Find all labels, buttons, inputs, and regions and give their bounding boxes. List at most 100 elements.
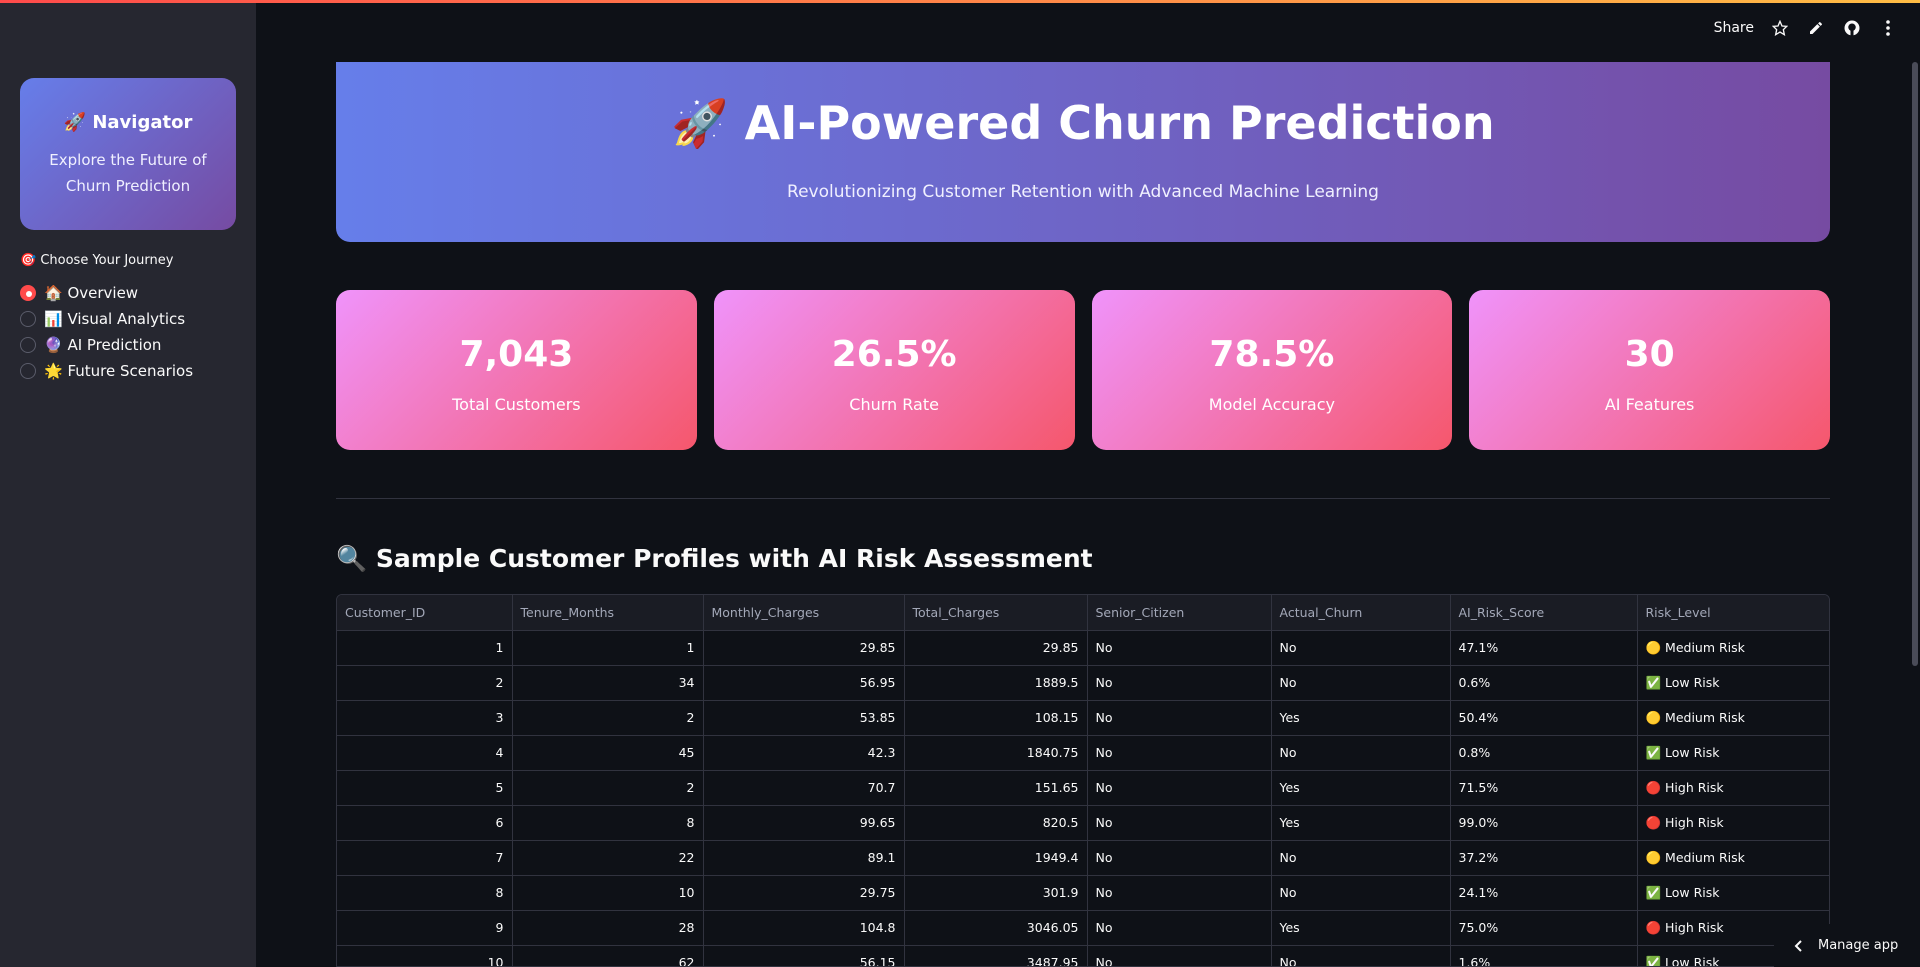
table-cell[interactable]: No [1271,665,1451,701]
column-header[interactable]: Monthly_Charges [703,595,905,631]
table-cell[interactable]: 0.6% [1450,665,1638,701]
table-cell[interactable]: No [1087,945,1272,966]
table-cell[interactable]: 99.0% [1450,805,1638,841]
table-cell[interactable]: 29.75 [703,875,905,911]
table-cell[interactable]: 8 [337,875,513,911]
radio-button[interactable] [20,363,36,379]
table-cell[interactable]: 1949.4 [904,840,1088,876]
table-cell[interactable]: 0.8% [1450,735,1638,771]
table-cell[interactable]: 104.8 [703,910,905,946]
table-cell[interactable]: No [1087,700,1272,736]
table-cell[interactable]: 3046.05 [904,910,1088,946]
table-cell[interactable]: No [1087,665,1272,701]
page-scrollbar[interactable] [1912,62,1918,666]
table-cell[interactable]: No [1271,945,1451,966]
table-cell[interactable]: 301.9 [904,875,1088,911]
table-cell[interactable]: 🔴 High Risk [1637,805,1829,841]
column-header[interactable]: Total_Charges [904,595,1088,631]
table-cell[interactable]: 2 [337,665,513,701]
table-cell[interactable]: 🟡 Medium Risk [1637,840,1829,876]
column-header[interactable]: Actual_Churn [1271,595,1451,631]
manage-app-button[interactable]: Manage app [1774,924,1920,967]
table-cell[interactable]: No [1271,840,1451,876]
table-cell[interactable]: 53.85 [703,700,905,736]
radio-button[interactable] [20,337,36,353]
table-cell[interactable]: 75.0% [1450,910,1638,946]
share-button[interactable]: Share [1714,20,1754,36]
table-cell[interactable]: 2 [512,770,704,806]
table-cell[interactable]: 50.4% [1450,700,1638,736]
table-cell[interactable]: 99.65 [703,805,905,841]
more-icon[interactable] [1878,18,1898,38]
table-cell[interactable]: No [1087,630,1272,666]
table-cell[interactable]: No [1087,840,1272,876]
table-cell[interactable]: No [1087,770,1272,806]
table-cell[interactable]: 24.1% [1450,875,1638,911]
radio-option-overview[interactable]: 🏠 Overview [20,280,193,306]
table-cell[interactable]: Yes [1271,805,1451,841]
table-cell[interactable]: 34 [512,665,704,701]
radio-option-future-scenarios[interactable]: 🌟 Future Scenarios [20,358,193,384]
table-cell[interactable]: No [1087,735,1272,771]
table-cell[interactable]: 45 [512,735,704,771]
table-cell[interactable]: 5 [337,770,513,806]
table-cell[interactable]: 22 [512,840,704,876]
table-cell[interactable]: 9 [337,910,513,946]
table-cell[interactable]: 28 [512,910,704,946]
table-cell[interactable]: 56.95 [703,665,905,701]
table-cell[interactable]: No [1087,910,1272,946]
radio-option-visual-analytics[interactable]: 📊 Visual Analytics [20,306,193,332]
column-header[interactable]: Risk_Level [1637,595,1829,631]
table-cell[interactable]: 1 [512,630,704,666]
table-cell[interactable]: 29.85 [703,630,905,666]
radio-button-checked[interactable] [20,285,36,301]
table-cell[interactable]: 3487.95 [904,945,1088,966]
table-cell[interactable]: 108.15 [904,700,1088,736]
table-cell[interactable]: 10 [512,875,704,911]
table-cell[interactable]: 1840.75 [904,735,1088,771]
table-cell[interactable]: 151.65 [904,770,1088,806]
table-cell[interactable]: Yes [1271,770,1451,806]
table-cell[interactable]: 🔴 High Risk [1637,770,1829,806]
table-cell[interactable]: No [1087,805,1272,841]
radio-option-ai-prediction[interactable]: 🔮 AI Prediction [20,332,193,358]
table-cell[interactable]: 🟡 Medium Risk [1637,700,1829,736]
radio-button[interactable] [20,311,36,327]
table-cell[interactable]: 3 [337,700,513,736]
table-cell[interactable]: 62 [512,945,704,966]
table-cell[interactable]: 1889.5 [904,665,1088,701]
table-cell[interactable]: 8 [512,805,704,841]
table-cell[interactable]: No [1271,875,1451,911]
column-header[interactable]: Tenure_Months [512,595,704,631]
table-cell[interactable]: 37.2% [1450,840,1638,876]
table-cell[interactable]: 820.5 [904,805,1088,841]
table-cell[interactable]: 1.6% [1450,945,1638,966]
table-cell[interactable]: 1 [337,630,513,666]
table-cell[interactable]: 29.85 [904,630,1088,666]
table-cell[interactable]: 2 [512,700,704,736]
edit-icon[interactable] [1806,18,1826,38]
table-cell[interactable]: Yes [1271,910,1451,946]
table-cell[interactable]: No [1087,875,1272,911]
table-cell[interactable]: ✅ Low Risk [1637,875,1829,911]
table-cell[interactable]: 10 [337,945,513,966]
github-icon[interactable] [1842,18,1862,38]
table-cell[interactable]: 7 [337,840,513,876]
table-cell[interactable]: No [1271,735,1451,771]
star-icon[interactable] [1770,18,1790,38]
column-header[interactable]: Customer_ID [337,595,513,631]
table-cell[interactable]: 🟡 Medium Risk [1637,630,1829,666]
table-cell[interactable]: 89.1 [703,840,905,876]
table-cell[interactable]: 6 [337,805,513,841]
table-cell[interactable]: 4 [337,735,513,771]
column-header[interactable]: AI_Risk_Score [1450,595,1638,631]
table-cell[interactable]: 56.15 [703,945,905,966]
table-cell[interactable]: 70.7 [703,770,905,806]
customer-table[interactable]: Customer_ID Tenure_Months Monthly_Charge… [336,594,1830,967]
table-cell[interactable]: 47.1% [1450,630,1638,666]
table-cell[interactable]: Yes [1271,700,1451,736]
table-cell[interactable]: No [1271,630,1451,666]
table-cell[interactable]: 42.3 [703,735,905,771]
column-header[interactable]: Senior_Citizen [1087,595,1272,631]
table-cell[interactable]: ✅ Low Risk [1637,735,1829,771]
